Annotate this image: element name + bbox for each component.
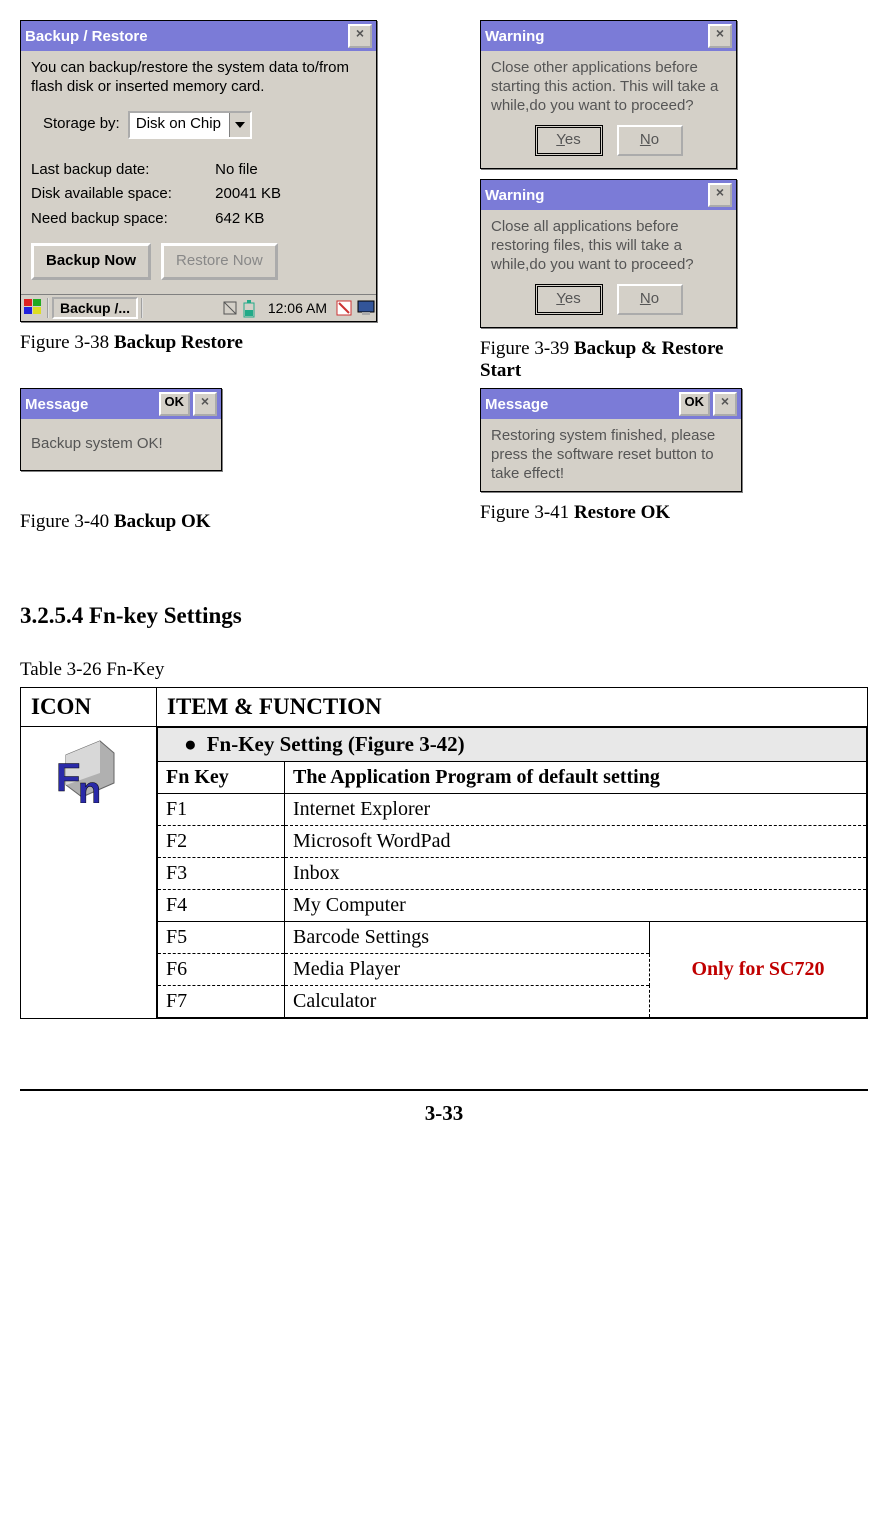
message-text: Backup system OK! [31, 435, 211, 454]
clock: 12:06 AM [264, 300, 331, 316]
tray-icon-1[interactable] [222, 300, 238, 316]
avail-value: 20041 KB [215, 185, 281, 202]
warning-text: Close all applications before restoring … [491, 218, 726, 274]
window-title: Message [485, 396, 679, 413]
subheader-fnkey: Fn Key [158, 761, 285, 793]
window-title: Warning [485, 187, 708, 204]
battery-icon[interactable] [243, 300, 259, 316]
table-header-item: ITEM & FUNCTION [157, 687, 868, 726]
message-restore-ok-window: Message OK × Restoring system finished, … [480, 388, 742, 492]
start-icon[interactable] [24, 299, 44, 317]
table-row: My Computer [285, 889, 867, 921]
message-backup-ok-window: Message OK × Backup system OK! [20, 388, 222, 471]
storage-value: Disk on Chip [130, 113, 229, 137]
figure-caption-40: Figure 3-40 Backup OK [20, 511, 380, 533]
fnkey-setting-heading: ●Fn-Key Setting (Figure 3-42) [158, 727, 867, 761]
ok-button[interactable]: OK [159, 392, 191, 416]
svg-text:n: n [78, 770, 101, 803]
no-button[interactable]: No [617, 284, 683, 315]
warning-backup-window: Warning × Close other applications befor… [480, 20, 737, 169]
table-header-icon: ICON [21, 687, 157, 726]
table-row: Inbox [285, 857, 867, 889]
table-row: F3 [158, 857, 285, 889]
ok-button[interactable]: OK [679, 392, 711, 416]
need-label: Need backup space: [31, 210, 211, 229]
close-icon[interactable]: × [193, 392, 217, 416]
table-label: Table 3-26 Fn-Key [20, 659, 868, 681]
taskbar: Backup /... 12:06 AM [21, 294, 376, 321]
table-row: Internet Explorer [285, 793, 867, 825]
note-only-sc720: Only for SC720 [650, 921, 867, 1017]
message-text: Restoring system finished, please press … [491, 427, 731, 483]
desktop-icon[interactable] [357, 300, 373, 316]
yes-button[interactable]: Yes [535, 125, 603, 156]
last-backup-label: Last backup date: [31, 161, 211, 180]
page-rule [20, 1089, 868, 1091]
fn-icon: F n [54, 733, 124, 803]
window-title: Warning [485, 28, 708, 45]
chevron-down-icon[interactable] [229, 113, 250, 137]
need-value: 642 KB [215, 210, 264, 227]
close-icon[interactable]: × [708, 24, 732, 48]
intro-text: You can backup/restore the system data t… [31, 59, 366, 97]
close-icon[interactable]: × [713, 392, 737, 416]
backup-restore-window: Backup / Restore × You can backup/restor… [20, 20, 377, 322]
table-row: Calculator [285, 985, 650, 1017]
table-row: F2 [158, 825, 285, 857]
table-row: Barcode Settings [285, 921, 650, 953]
window-title: Backup / Restore [25, 28, 348, 45]
yes-button[interactable]: Yes [535, 284, 603, 315]
no-button[interactable]: No [617, 125, 683, 156]
avail-label: Disk available space: [31, 185, 211, 204]
page-number: 3-33 [20, 1101, 868, 1126]
table-row: F5 [158, 921, 285, 953]
warning-restore-window: Warning × Close all applications before … [480, 179, 737, 328]
restore-now-button[interactable]: Restore Now [161, 243, 278, 280]
calendar-icon[interactable] [336, 300, 352, 316]
fn-key-table: ICON ITEM & FUNCTION F n ●Fn-Key Setting… [20, 687, 868, 1019]
close-icon[interactable]: × [348, 24, 372, 48]
storage-dropdown[interactable]: Disk on Chip [128, 111, 252, 139]
table-row: Microsoft WordPad [285, 825, 867, 857]
section-heading: 3.2.5.4 Fn-key Settings [20, 603, 868, 629]
figure-caption-39: Figure 3-39 Backup & Restore Start [480, 338, 740, 382]
table-row: F4 [158, 889, 285, 921]
figure-caption-38: Figure 3-38 Backup Restore [20, 332, 380, 354]
table-row: F6 [158, 953, 285, 985]
close-icon[interactable]: × [708, 183, 732, 207]
warning-text: Close other applications before starting… [491, 59, 726, 115]
figure-caption-41: Figure 3-41 Restore OK [480, 502, 742, 524]
svg-text:F: F [56, 756, 80, 800]
backup-now-button[interactable]: Backup Now [31, 243, 151, 280]
taskbar-app-button[interactable]: Backup /... [52, 297, 138, 319]
table-row: Media Player [285, 953, 650, 985]
last-backup-value: No file [215, 161, 258, 178]
window-title: Message [25, 396, 159, 413]
table-row: F1 [158, 793, 285, 825]
storage-label: Storage by: [43, 115, 120, 134]
table-row: F7 [158, 985, 285, 1017]
fn-icon-cell: F n [21, 726, 157, 1018]
subheader-app: The Application Program of default setti… [285, 761, 867, 793]
